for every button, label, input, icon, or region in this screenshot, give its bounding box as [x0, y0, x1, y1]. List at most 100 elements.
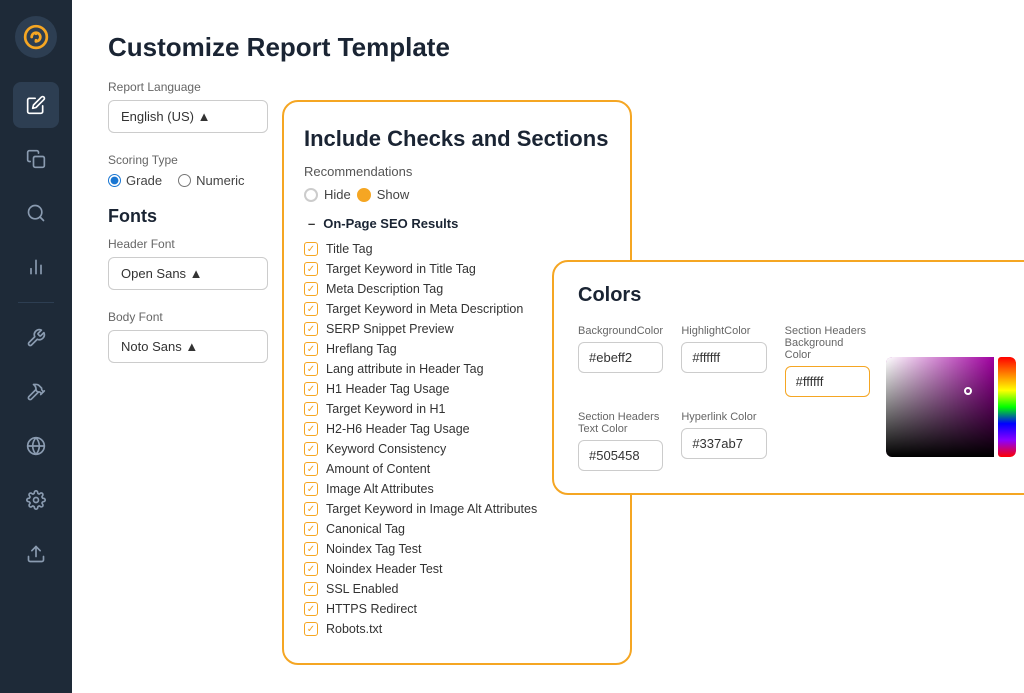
section-headers-bg-label: Section Headers Background Color: [785, 325, 870, 361]
check-item-label: Lang attribute in Header Tag: [326, 362, 484, 376]
hyperlink-color-label: Hyperlink Color: [681, 411, 766, 423]
scoring-numeric-label: Numeric: [196, 173, 244, 188]
color-picker[interactable]: [886, 353, 1016, 471]
checkbox[interactable]: ✓: [304, 462, 318, 476]
list-item[interactable]: ✓ Title Tag: [304, 239, 610, 259]
scoring-grade-option[interactable]: Grade: [108, 173, 162, 188]
check-item-label: Title Tag: [326, 242, 373, 256]
checkbox[interactable]: ✓: [304, 302, 318, 316]
bg-color-input[interactable]: [578, 342, 663, 373]
body-font-label: Body Font: [108, 310, 308, 324]
sidebar-item-settings[interactable]: [13, 477, 59, 523]
header-font-label: Header Font: [108, 237, 308, 251]
hide-label: Hide: [324, 187, 351, 202]
checkbox[interactable]: ✓: [304, 602, 318, 616]
check-item-label: Amount of Content: [326, 462, 430, 476]
show-radio-circle[interactable]: [357, 188, 371, 202]
colors-panel-title: Colors: [578, 284, 1016, 307]
sidebar-divider: [18, 302, 54, 303]
gradient-picker[interactable]: [886, 357, 994, 457]
hyperlink-color-field: Hyperlink Color: [681, 411, 766, 471]
sidebar-item-hammer[interactable]: [13, 369, 59, 415]
check-item-label: Noindex Header Test: [326, 562, 443, 576]
check-item-label: Keyword Consistency: [326, 442, 446, 456]
list-item[interactable]: ✓ HTTPS Redirect: [304, 599, 610, 619]
bg-color-field: BackgroundColor: [578, 325, 663, 397]
section-headers-bg-input[interactable]: [785, 366, 870, 397]
checkbox[interactable]: ✓: [304, 622, 318, 636]
sidebar: [0, 0, 72, 693]
section-dash: –: [308, 216, 315, 231]
header-font-dropdown[interactable]: Open Sans ▲: [108, 257, 268, 290]
header-font-value: Open Sans ▲: [121, 266, 203, 281]
sidebar-item-globe[interactable]: [13, 423, 59, 469]
colors-grid: BackgroundColor HighlightColor Section H…: [578, 325, 870, 471]
checkbox[interactable]: ✓: [304, 582, 318, 596]
scoring-type-label: Scoring Type: [108, 153, 308, 167]
hyperlink-color-input[interactable]: [681, 428, 766, 459]
checkbox[interactable]: ✓: [304, 482, 318, 496]
page-title: Customize Report Template: [108, 32, 988, 63]
checkbox[interactable]: ✓: [304, 322, 318, 336]
scoring-grade-label: Grade: [126, 173, 162, 188]
check-item-label: Target Keyword in Image Alt Attributes: [326, 502, 537, 516]
check-item-label: H1 Header Tag Usage: [326, 382, 449, 396]
report-language-dropdown[interactable]: English (US) ▲: [108, 100, 268, 133]
sidebar-item-chart[interactable]: [13, 244, 59, 290]
app-logo[interactable]: [15, 16, 57, 58]
check-item-label: Target Keyword in Meta Description: [326, 302, 523, 316]
color-picker-area[interactable]: [886, 357, 1016, 457]
picker-cursor: [964, 387, 972, 395]
highlight-color-field: HighlightColor: [681, 325, 766, 397]
check-item-label: Canonical Tag: [326, 522, 405, 536]
scoring-type-group: Grade Numeric: [108, 173, 308, 188]
list-item[interactable]: ✓ Noindex Tag Test: [304, 539, 610, 559]
check-item-label: HTTPS Redirect: [326, 602, 417, 616]
report-language-value: English (US) ▲: [121, 109, 210, 124]
checkbox[interactable]: ✓: [304, 402, 318, 416]
recommendations-label: Recommendations: [304, 164, 610, 179]
sidebar-item-search[interactable]: [13, 190, 59, 236]
list-item[interactable]: ✓ Robots.txt: [304, 619, 610, 639]
highlight-color-input[interactable]: [681, 342, 766, 373]
check-item-label: SSL Enabled: [326, 582, 399, 596]
check-item-label: Target Keyword in Title Tag: [326, 262, 476, 276]
list-item[interactable]: ✓ Target Keyword in Image Alt Attributes: [304, 499, 610, 519]
list-item[interactable]: ✓ Noindex Header Test: [304, 559, 610, 579]
list-item[interactable]: ✓ Canonical Tag: [304, 519, 610, 539]
checkbox[interactable]: ✓: [304, 262, 318, 276]
checks-panel-title: Include Checks and Sections: [304, 126, 610, 152]
checkbox[interactable]: ✓: [304, 342, 318, 356]
highlight-color-label: HighlightColor: [681, 325, 766, 337]
checkbox[interactable]: ✓: [304, 382, 318, 396]
check-item-label: Hreflang Tag: [326, 342, 397, 356]
main-content: Customize Report Template Report Languag…: [72, 0, 1024, 693]
checkbox[interactable]: ✓: [304, 242, 318, 256]
section-header-text: On-Page SEO Results: [323, 216, 458, 231]
check-item-label: Image Alt Attributes: [326, 482, 434, 496]
hide-radio-circle[interactable]: [304, 188, 318, 202]
left-panel: Report Language English (US) ▲ Scoring T…: [108, 80, 308, 383]
checkbox[interactable]: ✓: [304, 542, 318, 556]
checkbox[interactable]: ✓: [304, 362, 318, 376]
body-font-value: Noto Sans ▲: [121, 339, 198, 354]
section-headers-text-field: Section Headers Text Color: [578, 411, 663, 471]
checkbox[interactable]: ✓: [304, 282, 318, 296]
body-font-dropdown[interactable]: Noto Sans ▲: [108, 330, 268, 363]
checkbox[interactable]: ✓: [304, 422, 318, 436]
list-item[interactable]: ✓ SSL Enabled: [304, 579, 610, 599]
checkbox[interactable]: ✓: [304, 442, 318, 456]
sidebar-item-upload[interactable]: [13, 531, 59, 577]
checkbox[interactable]: ✓: [304, 522, 318, 536]
sidebar-item-edit[interactable]: [13, 82, 59, 128]
section-headers-text-input[interactable]: [578, 440, 663, 471]
check-item-label: Meta Description Tag: [326, 282, 443, 296]
sidebar-item-wrench[interactable]: [13, 315, 59, 361]
checkbox[interactable]: ✓: [304, 502, 318, 516]
color-strip[interactable]: [998, 357, 1016, 457]
check-item-label: SERP Snippet Preview: [326, 322, 454, 336]
checkbox[interactable]: ✓: [304, 562, 318, 576]
scoring-numeric-option[interactable]: Numeric: [178, 173, 244, 188]
sidebar-item-copy[interactable]: [13, 136, 59, 182]
fonts-heading: Fonts: [108, 206, 308, 227]
